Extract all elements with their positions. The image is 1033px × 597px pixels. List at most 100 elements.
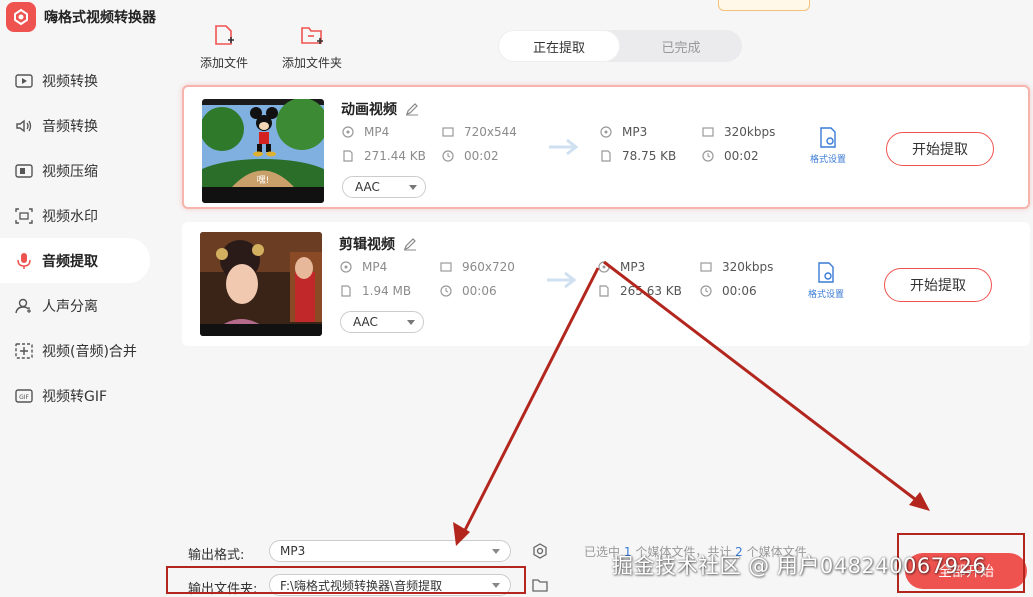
sidebar-item-merge[interactable]: 视频(音频)合并 [0,328,170,373]
sidebar-item-gif[interactable]: GIF 视频转GIF [0,373,170,418]
person-icon [14,297,34,315]
codec-value: AAC [355,180,380,194]
sidebar-item-label: 视频压缩 [42,163,98,180]
format-settings-label: 格式设置 [810,155,847,165]
add-folder-icon [301,27,323,44]
source-format: MP4 [340,260,387,274]
settings-doc-icon [818,262,834,283]
file-name: 剪辑视频 [339,234,417,254]
start-extract-button[interactable]: 开始提取 [886,132,994,166]
output-bitrate-value: 320kbps [722,260,774,274]
microphone-icon [14,252,34,270]
codec-select[interactable]: AAC [342,176,426,198]
output-format-select[interactable]: MP3 [269,540,511,562]
video-convert-icon [14,72,34,90]
source-size-value: 1.94 MB [362,284,412,298]
source-size: 271.44 KB [342,149,426,163]
codec-value: AAC [353,315,378,329]
tab-done[interactable]: 已完成 [620,30,742,62]
app-title: 嗨格式视频转换器 [44,10,156,26]
output-format: MP3 [598,260,645,274]
sidebar-item-label: 人声分离 [42,298,98,315]
sidebar-item-video-compress[interactable]: 视频压缩 [0,148,170,193]
bitrate-icon [700,261,712,273]
file-card[interactable]: 剪辑视频 MP4 960x720 1.94 MB 00:06 AAC MP3 3… [182,222,1030,346]
source-size-value: 271.44 KB [364,149,426,163]
output-format-value: MP3 [620,260,646,274]
resolution-icon [442,126,454,138]
sidebar-item-watermark[interactable]: 视频水印 [0,193,170,238]
output-size-value: 265.63 KB [620,284,682,298]
clock-icon [700,285,712,297]
clock-icon [440,285,452,297]
chevron-down-icon [407,320,415,325]
watermark-icon [14,207,34,225]
convert-arrow-icon [547,271,577,289]
file-name-text: 剪辑视频 [339,237,395,253]
output-duration-value: 00:02 [724,149,759,163]
output-duration: 00:02 [702,149,759,163]
file-card[interactable]: 嘿! 动画视频 MP4 720x544 271.44 KB 00:02 AAC … [182,85,1030,209]
output-bitrate: 320kbps [702,125,775,139]
tab-extracting[interactable]: 正在提取 [498,30,620,62]
start-extract-button[interactable]: 开始提取 [884,268,992,302]
file-size-icon [600,150,612,162]
format-settings-button[interactable]: 格式设置 [810,127,846,165]
output-format: MP3 [600,125,647,139]
bitrate-icon [702,126,714,138]
output-duration-value: 00:06 [722,284,757,298]
sidebar-item-audio-extract[interactable]: 音频提取 [0,238,150,283]
sidebar-item-video-convert[interactable]: 视频转换 [0,58,170,103]
sidebar-nav: 视频转换 音频转换 视频压缩 视频水印 音频提取 人声分离 视频(音频)合并 G… [0,58,170,418]
merge-icon [14,342,34,360]
source-duration: 00:02 [442,149,499,163]
source-format-value: MP4 [362,260,388,274]
video-thumbnail [200,232,322,336]
output-bitrate-value: 320kbps [724,125,776,139]
settings-doc-icon [820,127,836,148]
file-name-text: 动画视频 [341,102,397,118]
file-size-icon [342,150,354,162]
source-format-value: MP4 [364,125,390,139]
audio-convert-icon [14,117,34,135]
format-settings-label: 格式设置 [808,290,845,300]
codec-select[interactable]: AAC [340,311,424,333]
annotation-highlight-box [166,566,526,594]
svg-text:GIF: GIF [19,394,29,401]
convert-arrow-icon [549,138,579,156]
format-icon [600,126,612,138]
thumbnail-caption: 嘿! [257,175,270,186]
clock-icon [442,150,454,162]
output-format-label: 输出格式: [188,548,245,563]
video-compress-icon [14,162,34,180]
output-duration: 00:06 [700,284,757,298]
output-format-select-value: MP3 [280,544,306,558]
file-size-icon [598,285,610,297]
format-settings-button[interactable]: 格式设置 [808,262,844,300]
resolution-icon [440,261,452,273]
folder-icon[interactable] [532,578,548,592]
watermark-text: 掘金技术社区 @ 用户0482400679​26 [612,554,987,578]
upgrade-button[interactable] [718,0,810,11]
gear-icon[interactable] [532,543,548,559]
output-format-value: MP3 [622,125,648,139]
output-size-value: 78.75 KB [622,149,677,163]
add-file-icon [215,25,234,45]
sidebar-item-label: 视频水印 [42,208,98,225]
edit-icon[interactable] [405,102,419,116]
app-logo-icon [6,2,36,32]
sidebar-item-label: 视频转GIF [42,388,108,405]
edit-icon[interactable] [403,237,417,251]
sidebar-item-label: 视频(音频)合并 [42,343,137,360]
sidebar-item-vocal-separation[interactable]: 人声分离 [0,283,170,328]
output-size: 78.75 KB [600,149,676,163]
source-resolution: 960x720 [440,260,515,274]
source-size: 1.94 MB [340,284,411,298]
format-icon [342,126,354,138]
video-thumbnail: 嘿! [202,99,324,203]
format-icon [340,261,352,273]
sidebar-item-audio-convert[interactable]: 音频转换 [0,103,170,148]
file-name: 动画视频 [341,99,419,119]
add-folder-button[interactable]: 添加文件夹 [282,24,342,71]
add-file-button[interactable]: 添加文件 [200,24,248,71]
